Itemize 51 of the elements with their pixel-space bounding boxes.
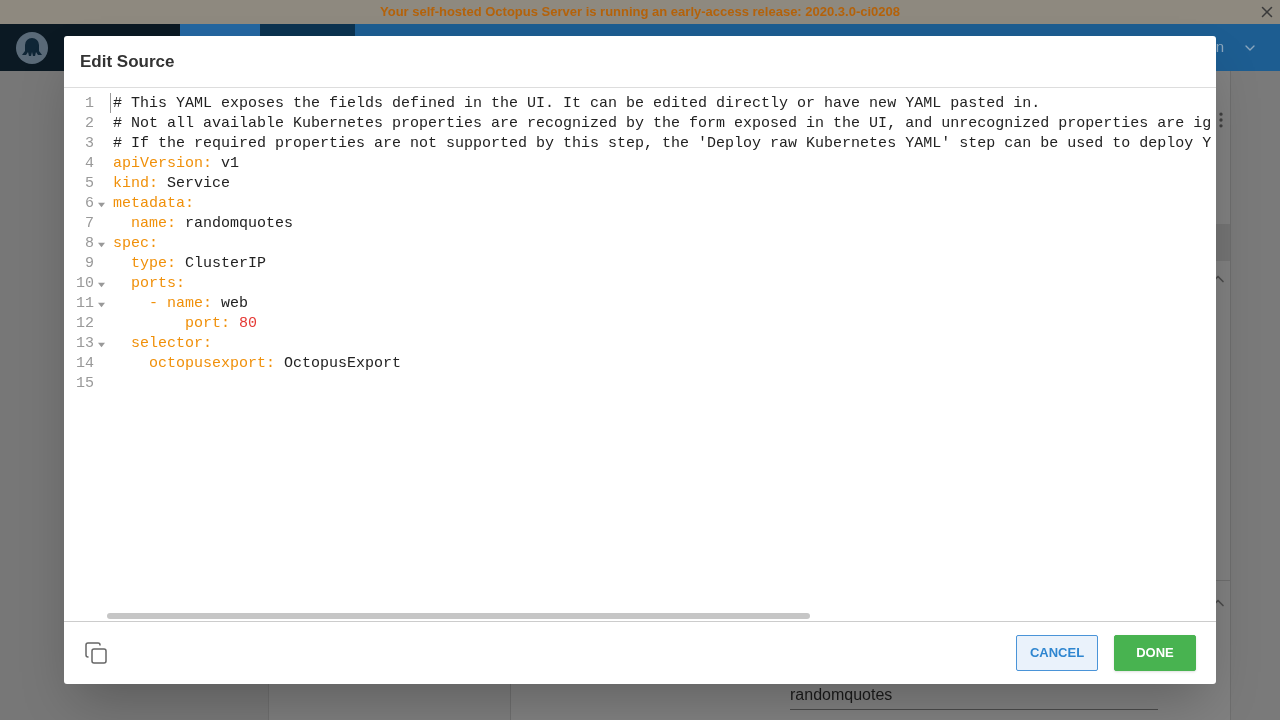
line-number: 10 bbox=[76, 273, 94, 294]
list-dash: - bbox=[149, 294, 159, 312]
yaml-key: name: bbox=[131, 214, 177, 232]
yaml-value: ClusterIP bbox=[185, 254, 267, 272]
yaml-value: 80 bbox=[239, 314, 258, 332]
copy-icon[interactable] bbox=[84, 641, 108, 665]
cancel-button[interactable]: CANCEL bbox=[1016, 635, 1098, 671]
yaml-value: Service bbox=[167, 174, 231, 192]
horizontal-scrollbar[interactable] bbox=[107, 613, 810, 619]
line-number: 7 bbox=[85, 213, 94, 234]
line-number: 2 bbox=[85, 113, 94, 134]
yaml-key: name: bbox=[167, 294, 213, 312]
yaml-value: OctopusExport bbox=[284, 354, 402, 372]
line-number: 13 bbox=[76, 333, 94, 354]
fold-down-icon[interactable] bbox=[98, 200, 105, 208]
yaml-value: randomquotes bbox=[185, 214, 294, 232]
yaml-key: ports: bbox=[131, 274, 186, 292]
yaml-key: spec: bbox=[113, 234, 158, 252]
code-comment: # If the required properties are not supported by this step, the 'Deploy raw Kubernetes YAML' step can be used to deploy Y bbox=[113, 133, 1212, 154]
yaml-key: selector: bbox=[131, 334, 213, 352]
line-number: 1 bbox=[85, 93, 94, 114]
yaml-key: kind: bbox=[113, 174, 158, 192]
banner-text: Your self-hosted Octopus Server is running an early-access release: 2020.3.0-ci0208 bbox=[380, 3, 900, 22]
line-number: 5 bbox=[85, 173, 94, 194]
yaml-key: port: bbox=[185, 314, 231, 332]
line-number: 14 bbox=[76, 353, 94, 374]
line-number: 9 bbox=[85, 253, 94, 274]
line-number: 15 bbox=[76, 373, 94, 394]
done-button[interactable]: DONE bbox=[1114, 635, 1196, 671]
line-number: 8 bbox=[85, 233, 94, 254]
user-name-text: n bbox=[1215, 37, 1224, 58]
yaml-key: type: bbox=[131, 254, 177, 272]
dialog-title: Edit Source bbox=[80, 50, 175, 73]
fold-down-icon[interactable] bbox=[98, 340, 105, 348]
yaml-value: v1 bbox=[221, 154, 240, 172]
fold-down-icon[interactable] bbox=[98, 280, 105, 288]
line-number: 12 bbox=[76, 313, 94, 334]
yaml-key: octopusexport: bbox=[149, 354, 276, 372]
line-number: 6 bbox=[85, 193, 94, 214]
text-cursor bbox=[110, 92, 111, 113]
fold-down-icon[interactable] bbox=[98, 300, 105, 308]
yaml-value: web bbox=[221, 294, 249, 312]
yaml-key: apiVersion: bbox=[113, 154, 213, 172]
code-comment: # Not all available Kubernetes properties are recognized by the form exposed in the UI, and unrecognized properties are ig bbox=[113, 113, 1212, 134]
fold-down-icon[interactable] bbox=[98, 240, 105, 248]
line-number: 3 bbox=[85, 133, 94, 154]
octopus-logo-icon[interactable] bbox=[16, 31, 48, 64]
yaml-key: metadata: bbox=[113, 194, 194, 212]
line-number: 11 bbox=[76, 293, 94, 314]
line-number: 4 bbox=[85, 153, 94, 174]
code-comment: # This YAML exposes the fields defined in the UI. It can be edited directly or have new YAML pasted in. bbox=[113, 93, 1041, 114]
